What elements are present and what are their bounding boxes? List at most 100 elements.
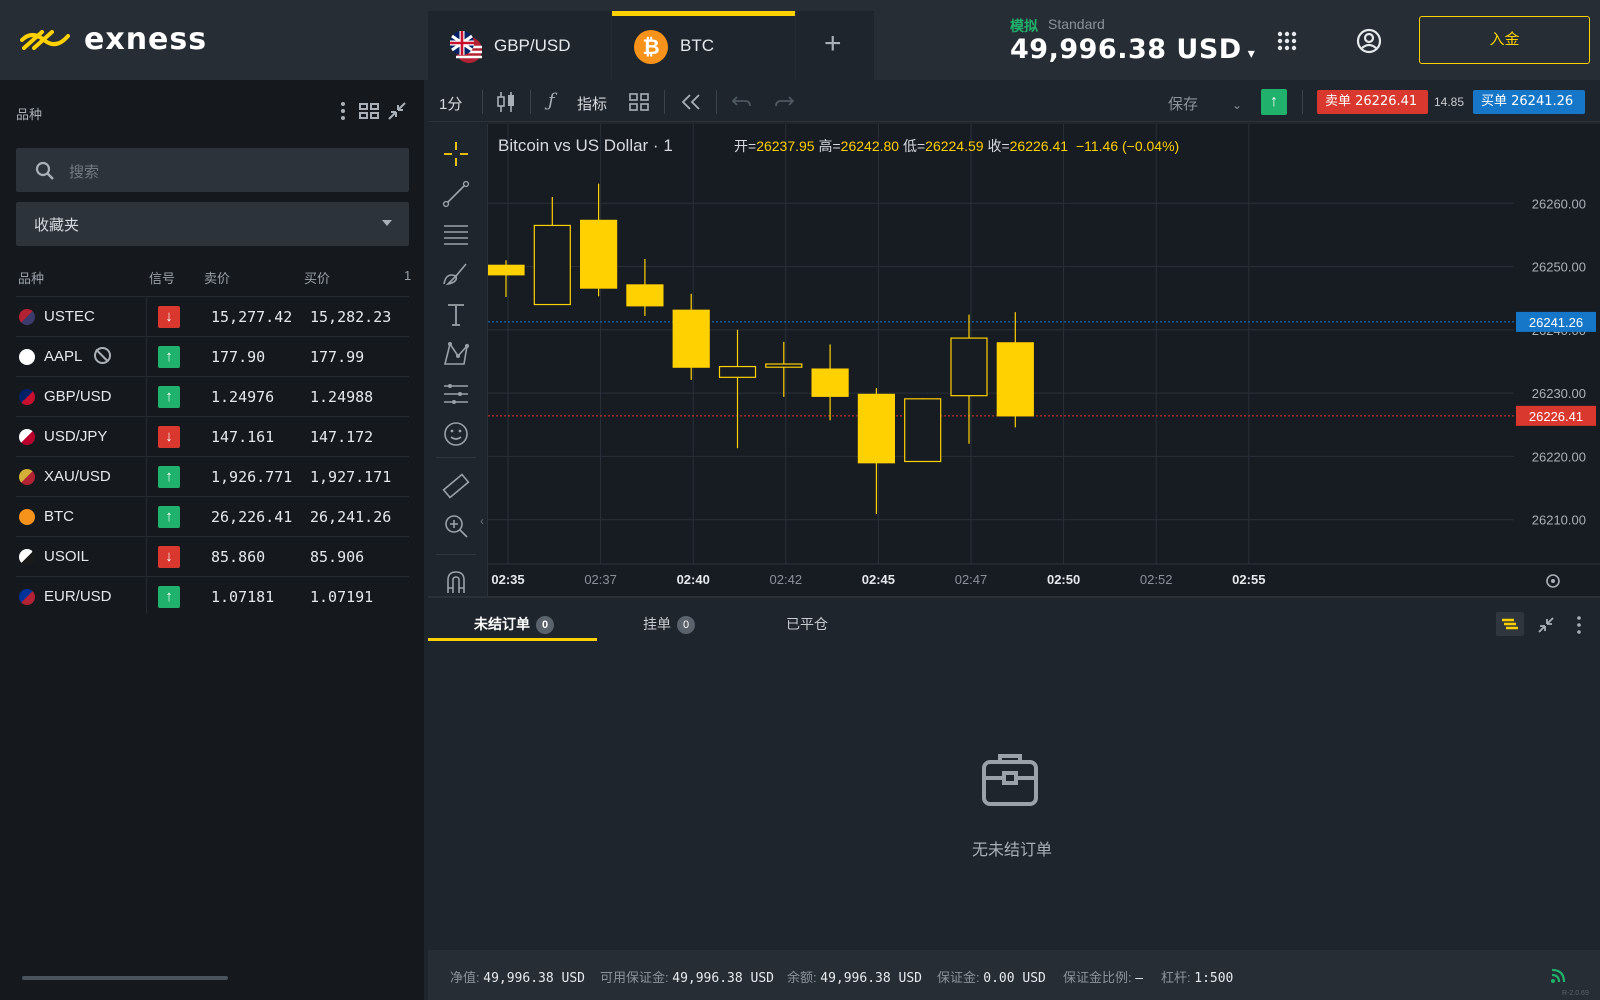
candlestick-type-icon[interactable] (495, 90, 517, 114)
col-header-symbol[interactable]: 品种 (18, 268, 44, 287)
spread-value: 14.85 (1434, 95, 1465, 109)
trend-line-icon[interactable] (440, 178, 472, 210)
count-badge: 0 (677, 616, 695, 634)
col-header-ask[interactable]: 买价 (304, 268, 330, 287)
user-profile-icon[interactable] (1356, 28, 1382, 54)
replay-icon[interactable] (680, 92, 702, 112)
chart-title: Bitcoin vs US Dollar · 1 (498, 136, 673, 155)
save-button[interactable]: 保存 ⌄ (1168, 93, 1242, 114)
bid-price[interactable]: 1.07181 (211, 588, 274, 606)
bid-price[interactable]: 85.860 (211, 548, 265, 566)
magnet-icon[interactable] (440, 566, 472, 598)
instrument-row[interactable]: USTEC ↓ 15,277.42 15,282.23 (16, 296, 409, 336)
status-margin: 保证金: 0.00 USD (937, 967, 1046, 986)
arrow-up-icon[interactable]: ↑ (158, 586, 180, 608)
ask-price[interactable]: 1.24988 (310, 388, 373, 406)
pattern-icon[interactable] (440, 338, 472, 370)
arrow-down-icon[interactable]: ↓ (158, 426, 180, 448)
collapse-tools-icon[interactable]: ‹ (480, 514, 484, 528)
ask-price[interactable]: 177.99 (310, 348, 364, 366)
horizontal-lines-icon[interactable] (440, 218, 472, 250)
ask-price[interactable]: 15,282.23 (310, 308, 391, 326)
layout-grid-icon[interactable] (628, 91, 650, 113)
instrument-row[interactable]: EUR/USD ↑ 1.07181 1.07191 (16, 576, 409, 616)
instrument-row[interactable]: GBP/USD ↑ 1.24976 1.24988 (16, 376, 409, 416)
arrow-up-icon[interactable]: ↑ (158, 466, 180, 488)
low-value: 26224.59 (925, 138, 984, 154)
apps-grid-icon[interactable] (1276, 30, 1298, 52)
sell-button[interactable]: 卖单 26226.41 (1317, 90, 1428, 114)
add-tab-button[interactable]: + (796, 11, 874, 80)
arrow-down-icon[interactable]: ↓ (158, 546, 180, 568)
zoom-in-icon[interactable] (440, 510, 472, 542)
ask-price[interactable]: 1.07191 (310, 588, 373, 606)
grid-view-icon[interactable] (358, 100, 380, 122)
smiley-icon[interactable] (440, 418, 472, 450)
instrument-row[interactable]: BTC ↑ 26,226.41 26,241.26 (16, 496, 409, 536)
save-label: 保存 (1168, 96, 1199, 113)
panel-divider[interactable] (428, 596, 1600, 598)
tab-open-orders[interactable]: 未结订单 0 (474, 614, 554, 634)
bid-price[interactable]: 1.24976 (211, 388, 274, 406)
settings-gear-icon (1551, 579, 1555, 583)
connection-signal-icon[interactable] (1550, 966, 1568, 984)
undo-icon[interactable] (731, 93, 753, 111)
gb-us-flag-icon (19, 389, 35, 405)
ask-price[interactable]: 85.906 (310, 548, 364, 566)
ask-price[interactable]: 1,927.171 (310, 468, 391, 486)
redo-icon[interactable] (773, 93, 795, 111)
instrument-row[interactable]: AAPL ↑ 177.90 177.99 (16, 336, 409, 376)
text-tool-icon[interactable] (440, 298, 472, 330)
collapse-panel-icon[interactable] (1536, 615, 1556, 635)
sidebar-title: 品种 (16, 107, 43, 122)
trend-up-signal-icon[interactable]: ↑ (1261, 89, 1287, 115)
ask-price[interactable]: 147.172 (310, 428, 373, 446)
orders-view-button[interactable] (1496, 612, 1524, 636)
arrow-up-icon[interactable]: ↑ (158, 386, 180, 408)
instrument-row[interactable]: USD/JPY ↓ 147.161 147.172 (16, 416, 409, 456)
exness-logo[interactable]: exness (20, 22, 207, 57)
crosshair-icon[interactable] (440, 138, 472, 170)
tab-pending-orders[interactable]: 挂单 0 (643, 614, 695, 634)
instrument-symbol: USOIL (44, 548, 90, 565)
bid-price[interactable]: 147.161 (211, 428, 274, 446)
indicators-button[interactable]: 指标 (577, 93, 607, 114)
bid-price[interactable]: 26,226.41 (211, 508, 292, 526)
favorites-label: 收藏夹 (34, 217, 80, 234)
col-header-bid[interactable]: 卖价 (204, 268, 230, 287)
arrow-down-icon[interactable]: ↓ (158, 306, 180, 328)
price-chart[interactable]: 26260.0026250.0026240.0026230.0026220.00… (487, 124, 1600, 596)
more-vertical-icon[interactable] (1572, 615, 1586, 635)
horizontal-scrollbar[interactable] (22, 976, 228, 980)
bid-price[interactable]: 177.90 (211, 348, 265, 366)
instrument-row[interactable]: USOIL ↓ 85.860 85.906 (16, 536, 409, 576)
instrument-row[interactable]: XAU/USD ↑ 1,926.771 1,927.171 (16, 456, 409, 496)
tab-gbpusd[interactable]: GBP/USD (428, 11, 611, 80)
arrow-up-icon[interactable]: ↑ (158, 346, 180, 368)
time-axis-label: 02:47 (955, 572, 988, 587)
tab-btc[interactable]: ₿ BTC (612, 11, 795, 80)
briefcase-icon (982, 754, 1038, 806)
bid-price[interactable]: 1,926.771 (211, 468, 292, 486)
more-vertical-icon[interactable] (332, 100, 354, 122)
equity-label: 净值: (450, 970, 480, 985)
margin-level-label: 保证金比例: (1063, 970, 1132, 985)
brush-icon[interactable] (440, 258, 472, 290)
col-header-count: 1 (404, 268, 412, 283)
tab-closed-positions[interactable]: 已平仓 (786, 614, 828, 634)
buy-button[interactable]: 买单 26241.26 (1473, 90, 1585, 114)
fib-levels-icon[interactable] (440, 378, 472, 410)
time-axis-label: 02:45 (862, 572, 895, 587)
us-flag-icon (19, 309, 35, 325)
ruler-icon[interactable] (440, 470, 472, 502)
deposit-button[interactable]: 入金 (1419, 16, 1590, 64)
count-badge: 0 (536, 616, 554, 634)
collapse-icon[interactable] (386, 100, 408, 122)
bearish-candle (996, 342, 1034, 417)
bid-price[interactable]: 15,277.42 (211, 308, 292, 326)
ask-price[interactable]: 26,241.26 (310, 508, 391, 526)
account-balance[interactable]: 49,996.38 USD ▾ (1010, 34, 1255, 65)
col-header-signal[interactable]: 信号 (149, 268, 175, 287)
arrow-up-icon[interactable]: ↑ (158, 506, 180, 528)
timeframe-selector[interactable]: 1分 (439, 93, 462, 114)
